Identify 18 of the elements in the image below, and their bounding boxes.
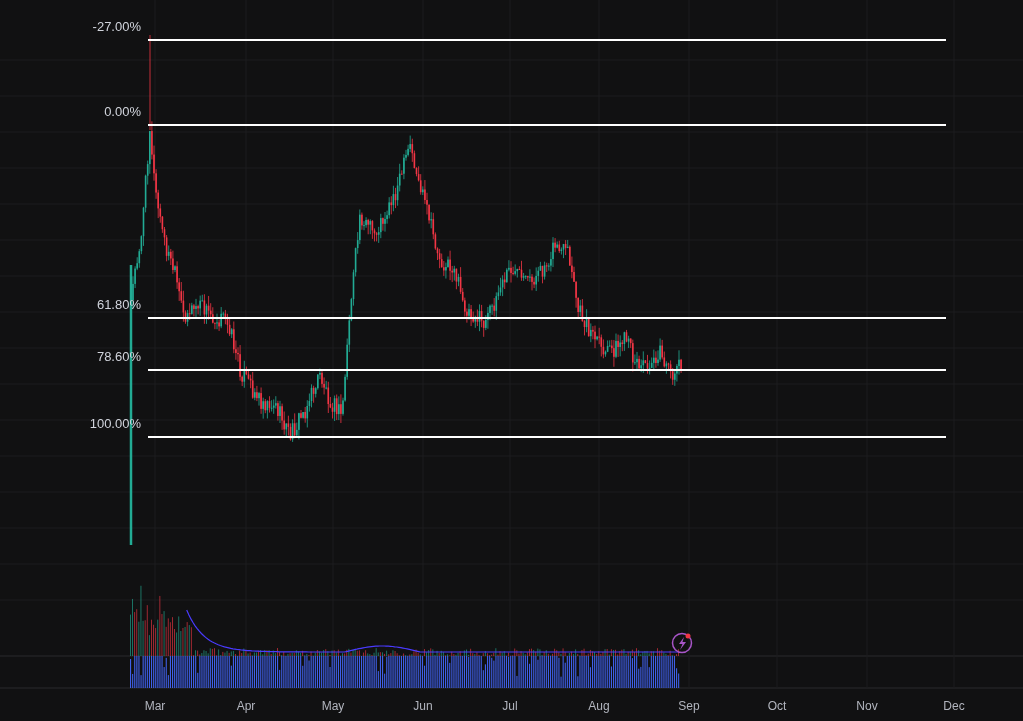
month-label: Dec [942,700,966,712]
month-label: May [320,700,346,712]
month-label: Nov [855,700,879,712]
fib-level-label: 0.00% [104,105,141,118]
month-label: Jun [412,700,434,712]
month-label: Oct [766,700,788,712]
month-label: Aug [587,700,611,712]
lightning-icon[interactable] [671,632,693,654]
month-label: Mar [143,700,167,712]
fib-line[interactable] [147,436,947,438]
month-label: Sep [677,700,701,712]
month-label: Jul [501,700,519,712]
fib-line[interactable] [147,369,947,371]
fib-level-label: -27.00% [92,20,141,33]
fib-line[interactable] [147,39,947,41]
month-label: Apr [235,700,257,712]
fib-line[interactable] [147,124,947,126]
fib-line[interactable] [147,317,947,319]
